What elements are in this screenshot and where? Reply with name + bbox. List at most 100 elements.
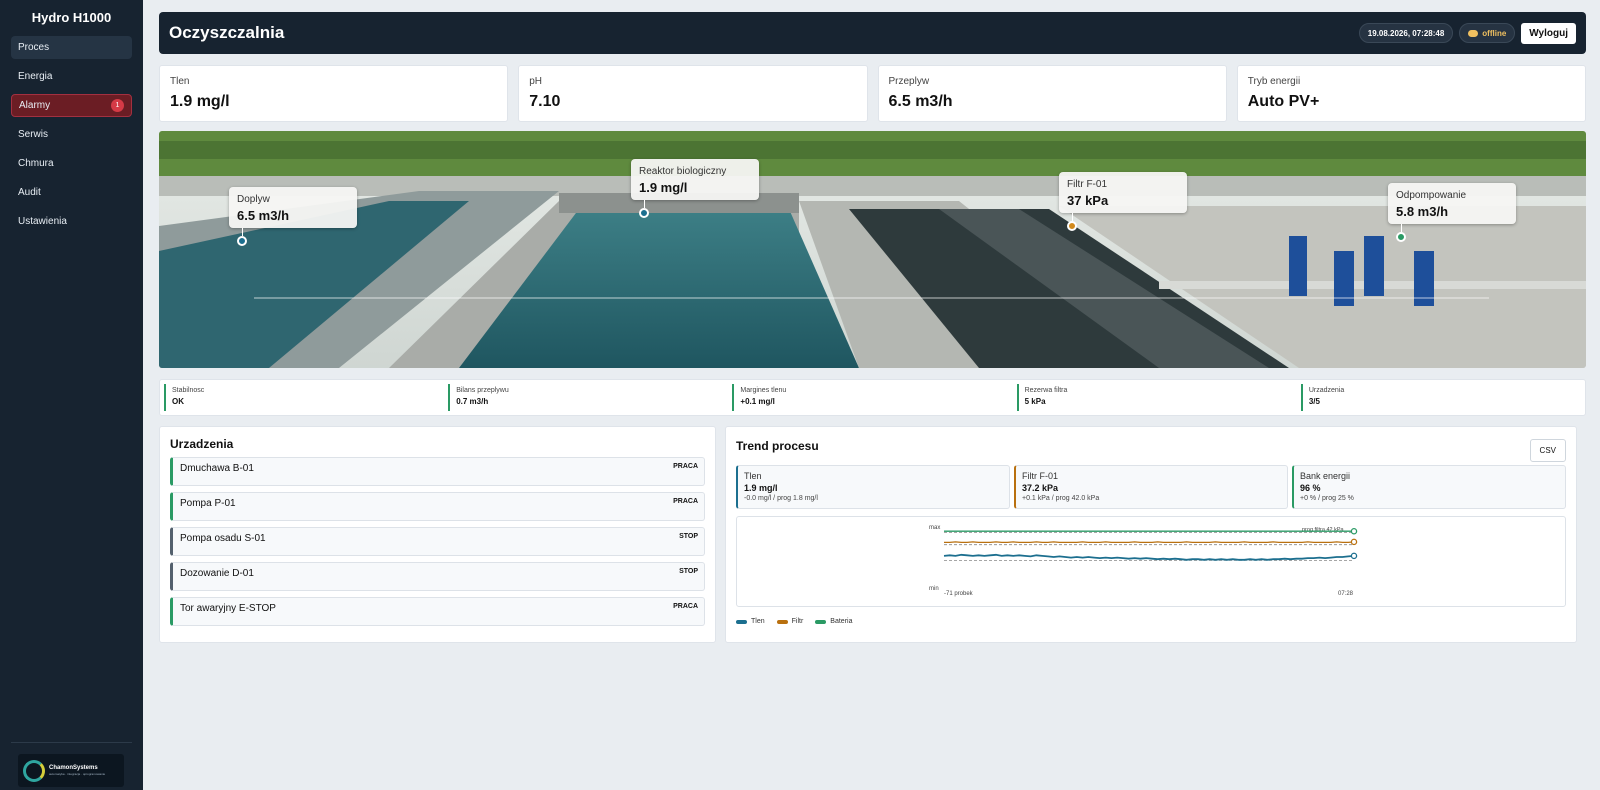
device-status: STOP — [679, 568, 698, 575]
sidebar-item-serwis[interactable]: Serwis — [11, 123, 132, 146]
trend-card-label: Bank energii — [1300, 471, 1351, 481]
threshold-annotation: prog filtra 42 kPa — [1302, 527, 1345, 533]
trend-card-tlen: Tlen 1.9 mg/l -0.0 mg/l / prog 1.8 mg/l — [736, 465, 1010, 509]
callout-reaktor[interactable]: Reaktor biologiczny 1.9 mg/l — [631, 159, 759, 200]
sidebar-item-label: Chmura — [18, 158, 54, 169]
stat-label: Urzadzenia — [1308, 387, 1345, 394]
series-end-point-tlen — [1350, 552, 1358, 560]
device-name: Pompa P-01 — [180, 498, 236, 509]
stat-label: Stabilnosc — [172, 387, 205, 394]
company-logo: ChamonSystems automatyka · integracja · … — [18, 754, 124, 787]
plant-scene: Doplyw 6.5 m3/h Reaktor biologiczny 1.9 mg… — [159, 131, 1586, 368]
callout-label: Odpompowanie — [1396, 190, 1467, 201]
trend-card-value: 37.2 kPa — [1022, 483, 1059, 493]
sensor-pin-odpompowanie[interactable] — [1396, 232, 1406, 242]
stat-label: Rezerwa filtra — [1024, 387, 1068, 394]
trend-chart-svg: max min -71 probek 07:28 prog filtra 42 kPa — [929, 525, 1358, 597]
kpi-card-tryb-energii: Tryb energii Auto PV+ — [1236, 65, 1586, 122]
stat-rezerwa-filtra: Rezerwa filtra 5 kPa — [1016, 384, 1297, 411]
device-row[interactable]: Pompa osadu S-01 STOP — [170, 527, 705, 556]
trend-cards: Tlen 1.9 mg/l -0.0 mg/l / prog 1.8 mg/l Fi… — [736, 465, 1566, 509]
trend-chart: max min -71 probek 07:28 prog filtra 42 kPa — [736, 516, 1566, 607]
trend-card-filtr: Filtr F-01 37.2 kPa +0.1 kPa / prog 42.0 k… — [1014, 465, 1288, 509]
device-status: STOP — [679, 533, 698, 540]
legend-item-tlen: Tlen — [736, 618, 765, 625]
sidebar: Hydro H1000 Proces Energia Alarmy 1 Serwi… — [0, 0, 143, 790]
kpi-card-ph: pH 7.10 — [518, 65, 868, 122]
callout-filtr[interactable]: Filtr F-01 37 kPa — [1059, 172, 1187, 213]
sensor-pin-doplyw[interactable] — [237, 236, 247, 246]
csv-export-button[interactable]: CSV — [1529, 439, 1566, 462]
trend-card-bank-energii: Bank energii 96 % +0 % / prog 25 % — [1292, 465, 1566, 509]
trend-legend: Tlen Filtr Bateria — [736, 618, 1566, 625]
sidebar-item-proces[interactable]: Proces — [11, 36, 132, 59]
stat-stabilnosc: Stabilnosc OK — [164, 384, 444, 411]
trend-card-value: 96 % — [1300, 483, 1321, 493]
x-tick-label-end: 07:28 — [1338, 591, 1354, 597]
device-row[interactable]: Dozowanie D-01 STOP — [170, 562, 705, 591]
app-title: Hydro H1000 — [31, 10, 112, 25]
callout-value: 1.9 mg/l — [639, 180, 688, 195]
sensor-pin-reaktor[interactable] — [639, 208, 649, 218]
device-row[interactable]: Pompa P-01 PRACA — [170, 492, 705, 521]
sidebar-nav: Proces Energia Alarmy 1 Serwis Chmura Aud… — [0, 36, 143, 233]
stats-strip: Stabilnosc OK Bilans przeplywu 0.7 m3/h Ma… — [159, 379, 1586, 416]
lower-section: Urzadzenia Dmuchawa B-01 PRACA Pompa P-01… — [159, 426, 1586, 643]
kpi-value: 7.10 — [529, 93, 561, 110]
legend-swatch — [776, 619, 788, 624]
page-title: Oczyszczalnia — [169, 23, 285, 42]
legend-label: Filtr — [791, 618, 804, 625]
trend-card-label: Tlen — [744, 471, 762, 481]
alarm-count-badge: 1 — [111, 99, 124, 112]
callout-value: 37 kPa — [1067, 193, 1109, 208]
legend-item-bateria: Bateria — [815, 618, 852, 625]
logo-mark-icon — [23, 759, 45, 782]
logout-button[interactable]: Wyloguj — [1521, 22, 1576, 44]
device-name: Pompa osadu S-01 — [180, 533, 266, 544]
series-line-filtr — [944, 541, 1355, 544]
y-tick-label-min: min — [929, 586, 939, 592]
legend-label: Bateria — [830, 618, 853, 625]
device-row[interactable]: Tor awaryjny E-STOP PRACA — [170, 597, 705, 626]
callout-label: Reaktor biologiczny — [639, 166, 727, 177]
sidebar-item-audit[interactable]: Audit — [11, 181, 132, 204]
callout-label: Doplyw — [237, 194, 270, 205]
stat-value: OK — [172, 397, 184, 406]
device-name: Dmuchawa B-01 — [180, 463, 254, 474]
device-row[interactable]: Dmuchawa B-01 PRACA — [170, 457, 705, 486]
main-content: Oczyszczalnia 19.08.2026, 07:28:48 offli… — [159, 12, 1586, 643]
sidebar-divider — [11, 742, 132, 743]
logo-name: ChamonSystems — [49, 765, 98, 771]
stat-value: +0.1 mg/l — [740, 397, 775, 406]
kpi-label: Tryb energii — [1247, 76, 1301, 87]
callout-stem — [1072, 213, 1073, 221]
sidebar-item-label: Serwis — [18, 129, 49, 140]
sidebar-item-ustawienia[interactable]: Ustawienia — [11, 210, 132, 233]
stat-margines-tlenu: Margines tlenu +0.1 mg/l — [732, 384, 1012, 411]
callout-odpompowanie[interactable]: Odpompowanie 5.8 m3/h — [1388, 183, 1516, 224]
device-name: Dozowanie D-01 — [180, 568, 254, 579]
sidebar-item-label: Energia — [18, 71, 53, 82]
stat-label: Bilans przeplywu — [456, 387, 509, 394]
callout-stem — [1401, 224, 1402, 232]
trend-card-value: 1.9 mg/l — [744, 483, 778, 493]
kpi-row: Tlen 1.9 mg/l pH 7.10 Przeplyw 6.5 m3/h Try… — [159, 65, 1586, 122]
callout-doplyw[interactable]: Doplyw 6.5 m3/h — [229, 187, 357, 228]
datetime-pill: 19.08.2026, 07:28:48 — [1358, 23, 1454, 43]
sensor-pin-filtr[interactable] — [1067, 221, 1077, 231]
callout-stem — [644, 200, 645, 208]
sidebar-item-alarmy[interactable]: Alarmy 1 — [11, 94, 132, 117]
series-line-tlen — [943, 553, 1355, 561]
stat-value: 5 kPa — [1024, 397, 1046, 406]
trend-card-detail: -0.0 mg/l / prog 1.8 mg/l — [744, 495, 818, 502]
device-name: Tor awaryjny E-STOP — [180, 603, 276, 614]
logo-tagline: automatyka · integracja · oprogramowanie — [49, 772, 106, 776]
callout-value: 6.5 m3/h — [237, 208, 290, 223]
kpi-value: Auto PV+ — [1247, 93, 1320, 110]
device-status: PRACA — [673, 603, 698, 610]
trend-panel: Trend procesu CSV Tlen 1.9 mg/l -0.0 mg/l … — [725, 426, 1577, 643]
sidebar-item-energia[interactable]: Energia — [11, 65, 132, 88]
sidebar-item-label: Alarmy — [19, 100, 51, 111]
sidebar-item-chmura[interactable]: Chmura — [11, 152, 132, 175]
legend-swatch — [736, 619, 747, 624]
